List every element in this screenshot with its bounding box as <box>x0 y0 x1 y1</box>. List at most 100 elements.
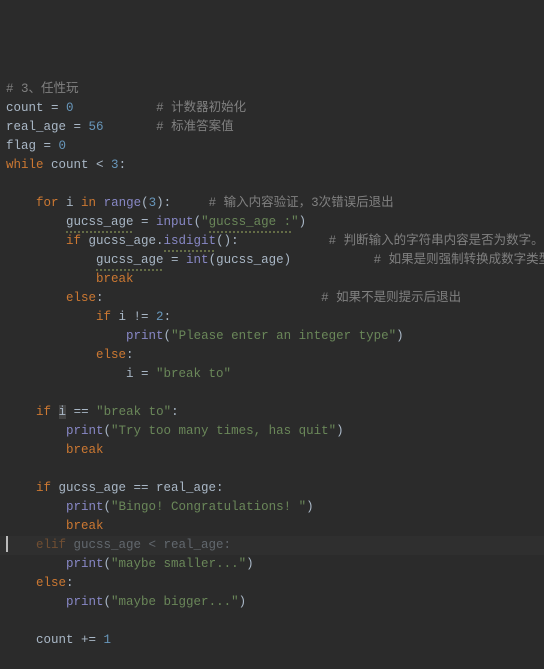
code-token: count += <box>36 633 104 647</box>
code-line[interactable]: else: <box>6 574 538 593</box>
code-token: if <box>36 405 51 419</box>
code-token: gucss_age : <box>209 213 292 232</box>
code-token: = <box>134 215 157 229</box>
code-token: if <box>96 310 111 324</box>
code-token: else <box>66 291 96 305</box>
code-token: input <box>156 215 194 229</box>
code-token: flag <box>6 139 36 153</box>
code-line[interactable]: else: <box>6 346 538 365</box>
code-line[interactable]: break <box>6 441 538 460</box>
code-token: # 如果不是则提示后退出 <box>321 291 461 305</box>
code-token: i <box>59 405 67 419</box>
code-token: ) <box>306 500 314 514</box>
code-line[interactable]: count += 1 <box>6 631 538 650</box>
code-line[interactable]: gucss_age = input("gucss_age :") <box>6 213 538 232</box>
code-token: : <box>66 576 74 590</box>
code-token: gucss_age <box>96 251 164 270</box>
code-line[interactable]: while count < 3: <box>6 156 538 175</box>
code-token: " <box>201 215 209 229</box>
code-token: (): <box>216 234 329 248</box>
code-token: # 计数器初始化 <box>156 101 246 115</box>
code-line[interactable]: print("maybe smaller...") <box>6 555 538 574</box>
code-token: range <box>104 196 142 210</box>
code-line[interactable]: gucss_age = int(gucss_age) # 如果是则强制转换成数字… <box>6 251 538 270</box>
code-token: i <box>59 196 82 210</box>
code-line[interactable]: if gucss_age.isdigit(): # 判断输入的字符串内容是否为数… <box>6 232 538 251</box>
code-line[interactable]: flag = 0 <box>6 137 538 156</box>
code-token <box>96 196 104 210</box>
code-line[interactable] <box>6 175 538 194</box>
code-token: "break to" <box>156 367 231 381</box>
code-token: int <box>186 253 209 267</box>
code-token: 3 <box>149 196 157 210</box>
code-token: 0 <box>66 101 74 115</box>
code-token: 56 <box>89 120 104 134</box>
code-line[interactable] <box>6 384 538 403</box>
code-token: print <box>66 557 104 571</box>
code-token: elif <box>36 538 66 552</box>
code-token <box>74 101 157 115</box>
code-token: # 如果是则强制转换成数字类型 <box>374 253 544 267</box>
code-editor[interactable]: # 3、任性玩count = 0 # 计数器初始化real_age = 56 #… <box>0 0 544 669</box>
code-token: ( <box>104 424 112 438</box>
code-token: # 标准答案值 <box>156 120 234 134</box>
code-line[interactable]: print("maybe bigger...") <box>6 593 538 612</box>
code-token: ( <box>104 595 112 609</box>
code-token: < <box>96 158 111 172</box>
code-token: break <box>66 519 104 533</box>
code-token: ( <box>164 329 172 343</box>
code-token: = <box>36 139 59 153</box>
code-token: : <box>164 310 172 324</box>
code-token: ( <box>104 500 112 514</box>
code-token: gucss_age < real_age: <box>66 538 231 552</box>
code-line[interactable]: print("Try too many times, has quit") <box>6 422 538 441</box>
code-token: count <box>44 158 97 172</box>
caret <box>6 536 8 552</box>
code-token: for <box>36 196 59 210</box>
code-token: print <box>126 329 164 343</box>
code-token: "maybe bigger..." <box>111 595 239 609</box>
code-token: else <box>96 348 126 362</box>
code-token: "Please enter an integer type" <box>171 329 396 343</box>
code-line[interactable]: print("Please enter an integer type") <box>6 327 538 346</box>
code-token: = <box>164 253 187 267</box>
code-token: : <box>96 291 321 305</box>
code-token: print <box>66 500 104 514</box>
code-line[interactable]: if i == "break to": <box>6 403 538 422</box>
code-token: "Bingo! Congratulations! " <box>111 500 306 514</box>
code-line[interactable]: print("Bingo! Congratulations! ") <box>6 498 538 517</box>
code-line[interactable]: break <box>6 517 538 536</box>
code-line[interactable]: elif gucss_age < real_age: <box>6 536 538 555</box>
code-line[interactable] <box>6 612 538 631</box>
code-token: = <box>66 120 89 134</box>
code-line[interactable]: if i != 2: <box>6 308 538 327</box>
code-line[interactable]: count = 0 # 计数器初始化 <box>6 99 538 118</box>
code-token <box>104 120 157 134</box>
code-line[interactable]: # 3、任性玩 <box>6 80 538 99</box>
code-token: in <box>81 196 96 210</box>
code-token: while <box>6 158 44 172</box>
code-token: ( <box>104 557 112 571</box>
code-token: ) <box>396 329 404 343</box>
code-token <box>51 405 59 419</box>
code-token: 3 <box>111 158 119 172</box>
code-token: gucss_age. <box>81 234 164 248</box>
code-line[interactable]: else: # 如果不是则提示后退出 <box>6 289 538 308</box>
code-token: i = <box>126 367 156 381</box>
code-token: else <box>36 576 66 590</box>
code-token: " <box>291 215 299 229</box>
code-token: 0 <box>59 139 67 153</box>
code-token: # 输入内容验证，3次错误后退出 <box>209 196 394 210</box>
code-token: gucss_age <box>66 213 134 232</box>
code-line[interactable] <box>6 650 538 669</box>
code-token: ( <box>141 196 149 210</box>
code-line[interactable]: real_age = 56 # 标准答案值 <box>6 118 538 137</box>
code-line[interactable]: for i in range(3): # 输入内容验证，3次错误后退出 <box>6 194 538 213</box>
code-line[interactable] <box>6 460 538 479</box>
code-token: = <box>44 101 67 115</box>
code-token: 1 <box>104 633 112 647</box>
code-line[interactable]: i = "break to" <box>6 365 538 384</box>
code-line[interactable]: break <box>6 270 538 289</box>
code-token: # 3、任性玩 <box>6 82 79 96</box>
code-line[interactable]: if gucss_age == real_age: <box>6 479 538 498</box>
